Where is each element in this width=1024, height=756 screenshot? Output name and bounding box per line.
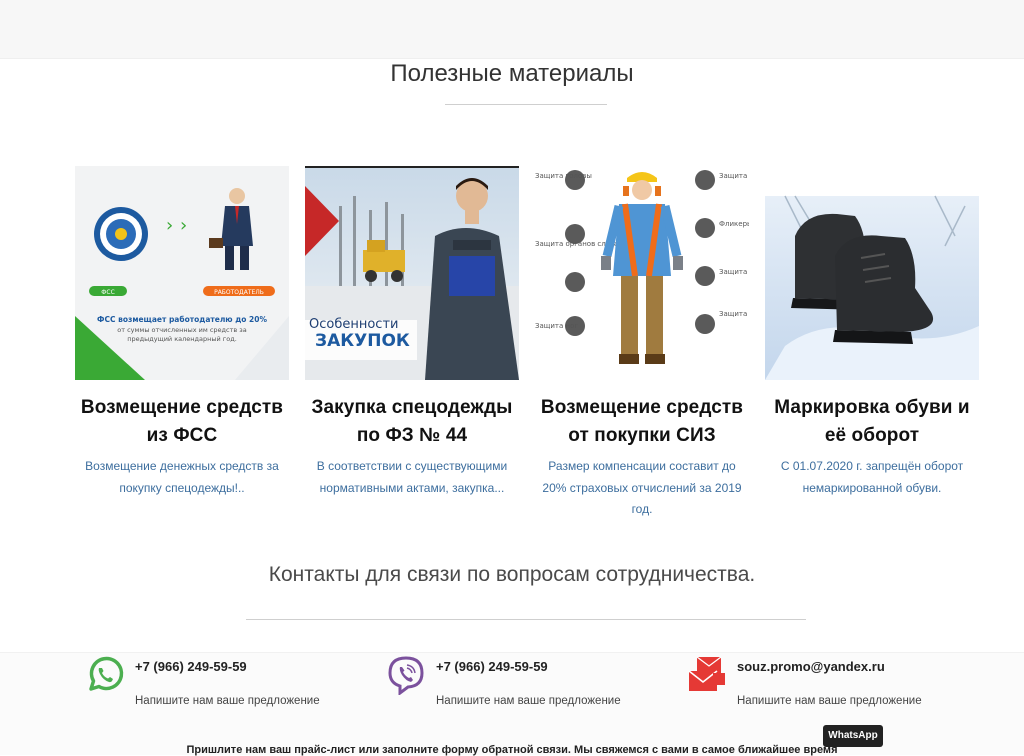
mail-icon[interactable]: [687, 655, 727, 695]
card-title-fss[interactable]: Возмещение средств из ФСС: [75, 394, 289, 450]
top-nav-strip: [0, 0, 1024, 59]
fss-caption-rest: от суммы отчисленных им средств за преды…: [117, 326, 247, 343]
contacts-title: Контакты для связи по вопросам сотруднич…: [268, 563, 756, 586]
siz-label-head: Защита головы: [535, 172, 592, 180]
siz-label-eyes: Защита органов зрения: [719, 172, 749, 180]
material-card-siz[interactable]: Защита головы Защита органов слуха Защит…: [535, 166, 749, 521]
card-desc-siz: Размер компенсации составит до 20% страх…: [542, 459, 742, 516]
fss-caption-bold: ФСС возмещает работодателю до 20%: [97, 315, 267, 324]
siz-label-fall: Защита от падения с высоты: [719, 310, 749, 318]
siz-label-legs: Защита ног: [535, 322, 578, 330]
material-card-fz44[interactable]: Особенности ЗАКУПОК Закупка спецодежды п…: [305, 166, 519, 499]
fz44-img-line1: Особенности: [309, 317, 398, 332]
materials-title: Полезные материалы: [390, 60, 634, 87]
card-title-fz44[interactable]: Закупка спецодежды по ФЗ № 44: [305, 394, 519, 450]
email-note: Напишите нам ваше предложение: [737, 695, 922, 707]
material-card-shoes[interactable]: Маркировка обуви и её оборот С 01.07.202…: [765, 166, 979, 499]
whatsapp-note: Напишите нам ваше предложение: [135, 695, 320, 707]
fz44-card-image[interactable]: Особенности ЗАКУПОК: [305, 166, 519, 380]
whatsapp-phone[interactable]: +7 (966) 249-59-59: [135, 659, 247, 674]
card-desc-fss: Возмещение денежных средств за покупку с…: [85, 459, 279, 495]
material-card-fss[interactable]: › › ФСС РАБОТОДАТЕЛЬ ФСС возмещает работ…: [75, 166, 289, 499]
fss-badge-text: ФСС: [101, 289, 115, 296]
card-desc-fz44: В соответствии с существующими нормативн…: [316, 459, 508, 495]
viber-phone[interactable]: +7 (966) 249-59-59: [436, 659, 548, 674]
siz-label-hands: Защита рук: [719, 268, 749, 276]
contacts-title-divider: [246, 619, 806, 620]
whatsapp-floating-button[interactable]: WhatsApp: [823, 725, 883, 747]
materials-title-divider: [445, 104, 607, 105]
card-title-siz[interactable]: Возмещение средств от покупки СИЗ: [535, 394, 749, 450]
viber-note: Напишите нам ваше предложение: [436, 695, 621, 707]
fz44-img-line2: ЗАКУПОК: [315, 331, 410, 351]
employer-badge-text: РАБОТОДАТЕЛЬ: [214, 289, 264, 296]
siz-card-image[interactable]: Защита головы Защита органов слуха Защит…: [535, 166, 749, 380]
card-title-shoes[interactable]: Маркировка обуви и её оборот: [765, 394, 979, 450]
svg-text:›: ›: [166, 215, 173, 236]
shoes-card-image[interactable]: [765, 166, 979, 380]
siz-label-flickers: Фликеры на спецодежде: [719, 220, 749, 228]
svg-text:›: ›: [180, 215, 187, 236]
email-address[interactable]: souz.promo@yandex.ru: [737, 659, 885, 674]
viber-icon[interactable]: [386, 655, 426, 695]
fss-card-image[interactable]: › › ФСС РАБОТОДАТЕЛЬ ФСС возмещает работ…: [75, 166, 289, 380]
card-desc-shoes: С 01.07.2020 г. запрещён оборот немаркир…: [780, 459, 964, 495]
whatsapp-icon[interactable]: [85, 655, 125, 695]
